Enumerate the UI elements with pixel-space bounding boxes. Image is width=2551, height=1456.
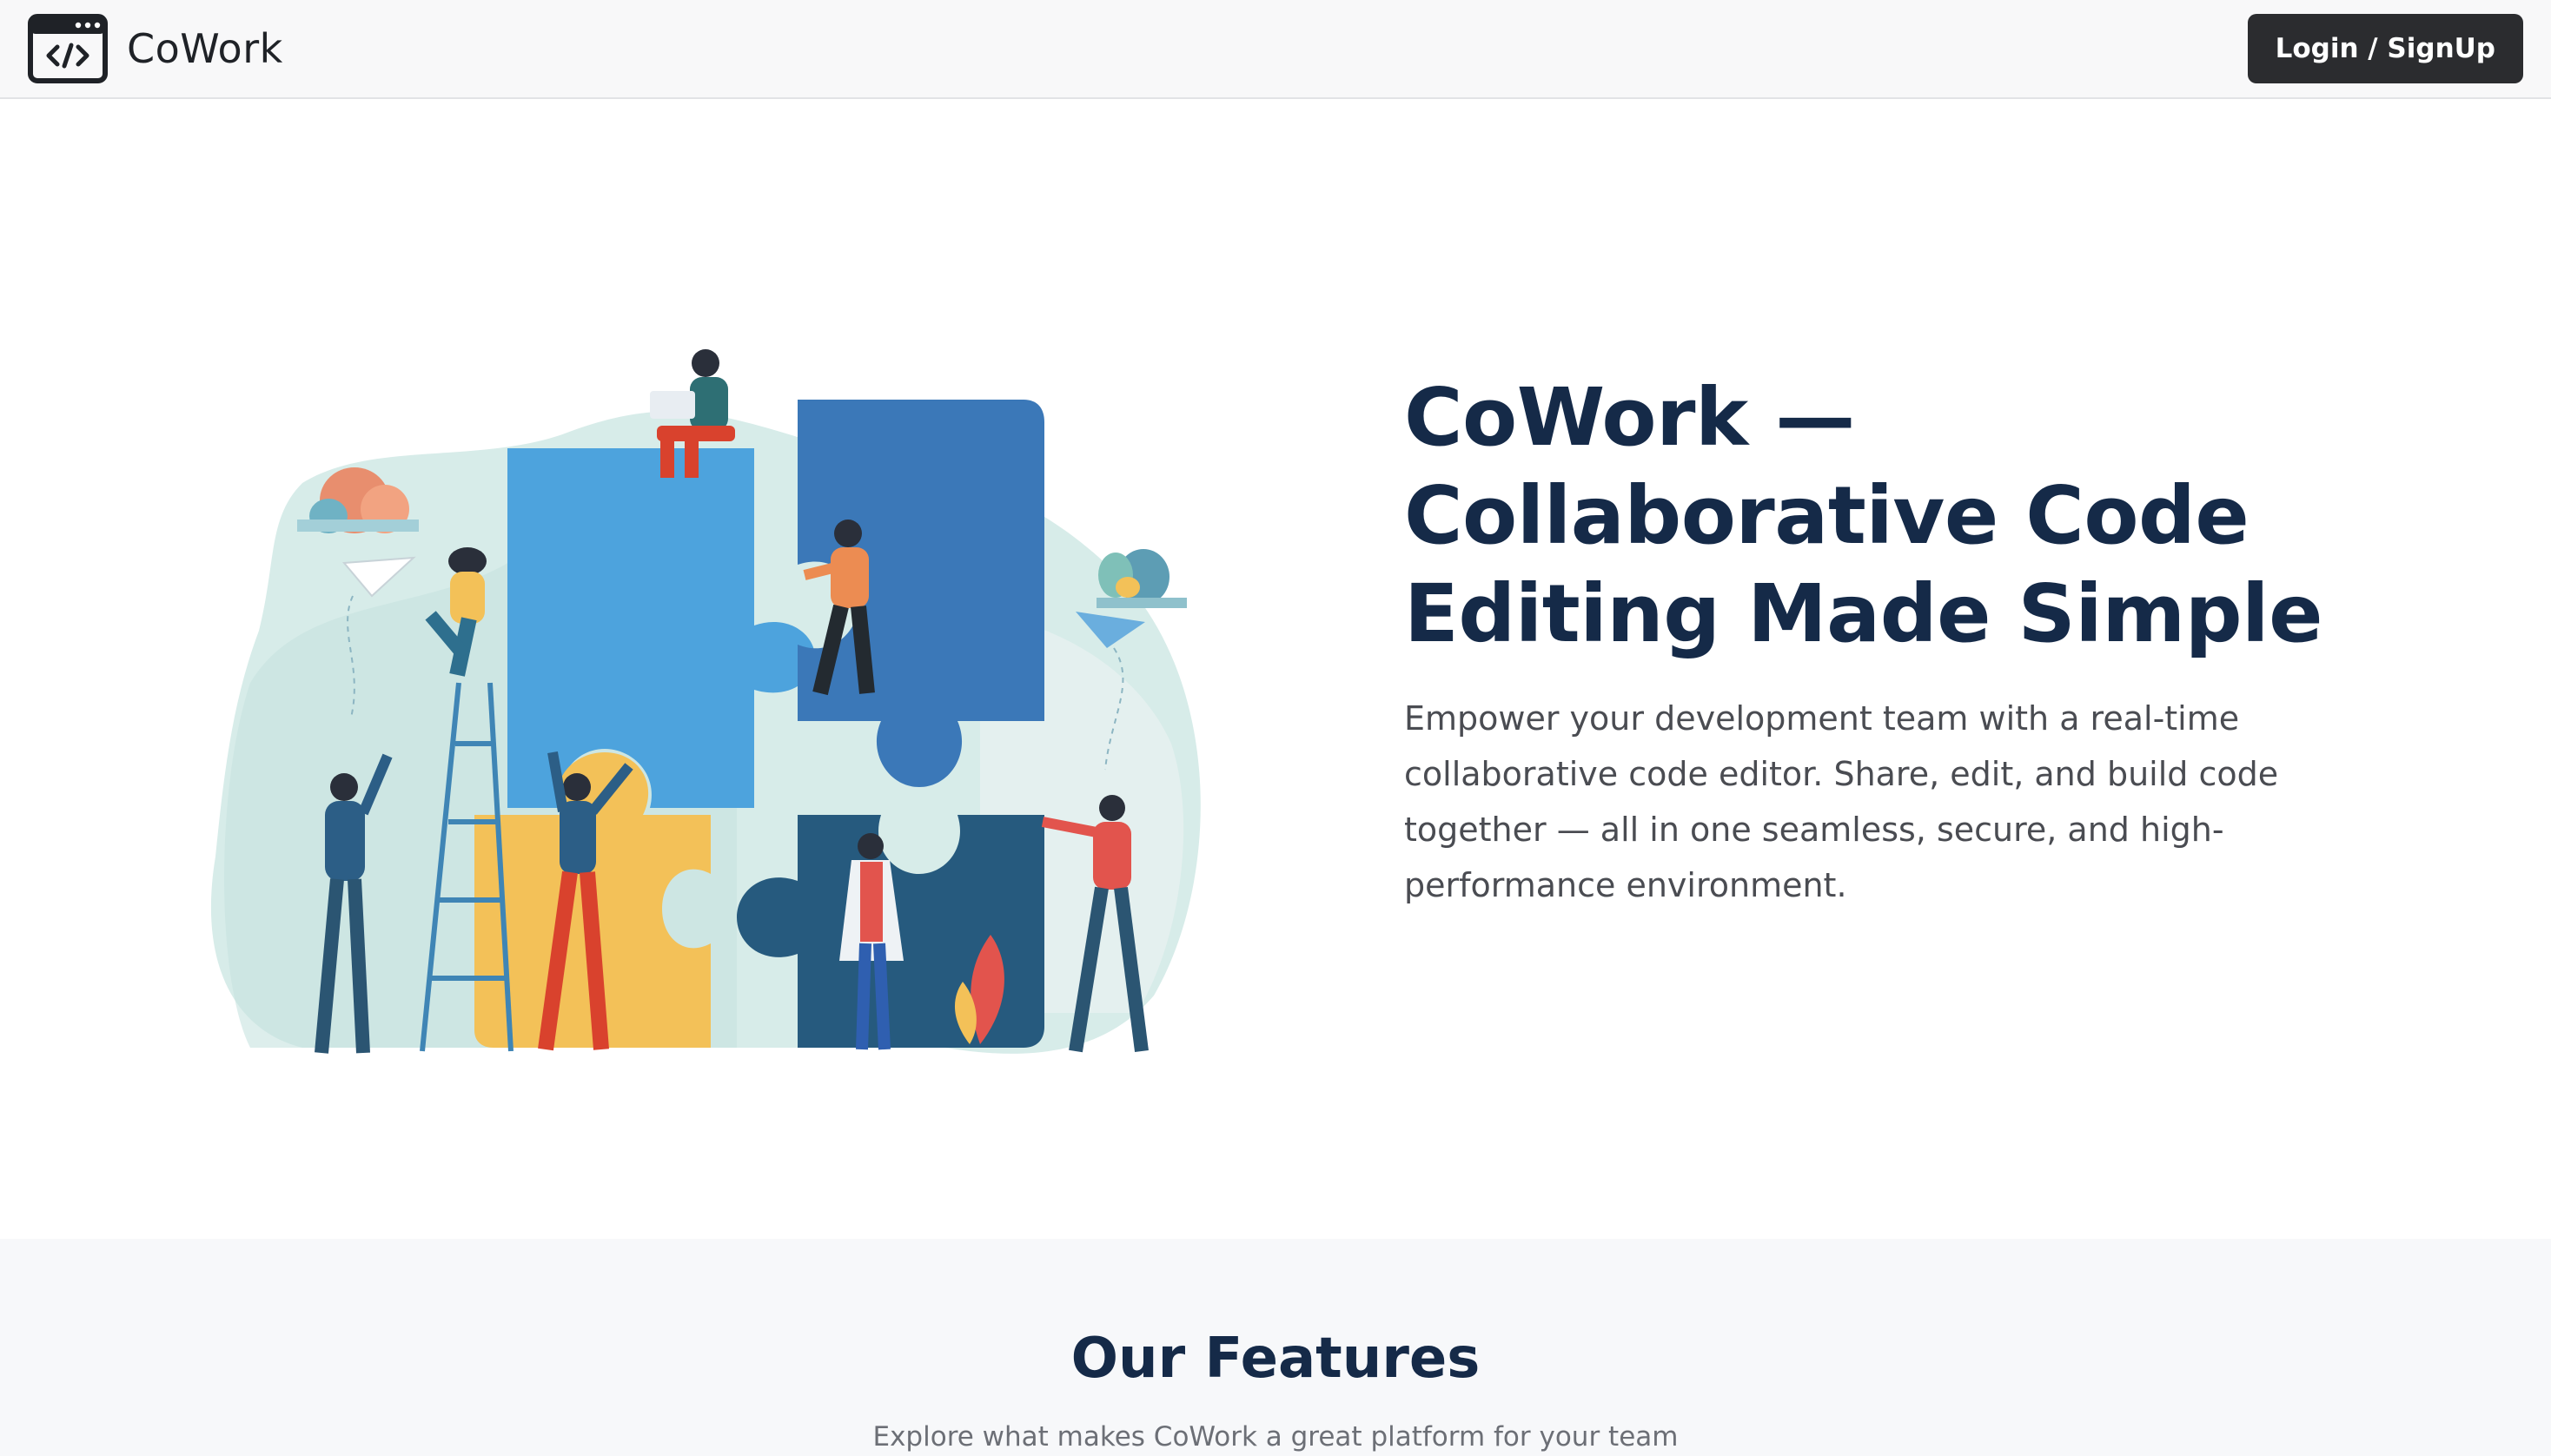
navbar: CoWork Login / SignUp	[0, 0, 2551, 99]
login-signup-button[interactable]: Login / SignUp	[2247, 14, 2523, 83]
hero-section: CoWork — Collaborative Code Editing Made…	[0, 101, 2551, 1239]
features-section: Our Features Explore what makes CoWork a…	[0, 1239, 2551, 1456]
features-subtitle: Explore what makes CoWork a great platfo…	[872, 1421, 1679, 1453]
team-puzzle-illustration	[210, 349, 1201, 1054]
brand-link[interactable]: CoWork	[28, 14, 283, 83]
hero-description: Empower your development team with a rea…	[1404, 699, 2279, 904]
code-window-icon	[28, 14, 108, 83]
features-title: Our Features	[1070, 1327, 1481, 1391]
hero-text: CoWork — Collaborative Code Editing Made…	[1404, 368, 2429, 913]
brand-name: CoWork	[127, 25, 283, 72]
cloud-right	[1097, 549, 1187, 608]
hero-title: CoWork — Collaborative Code Editing Made…	[1404, 371, 2323, 660]
